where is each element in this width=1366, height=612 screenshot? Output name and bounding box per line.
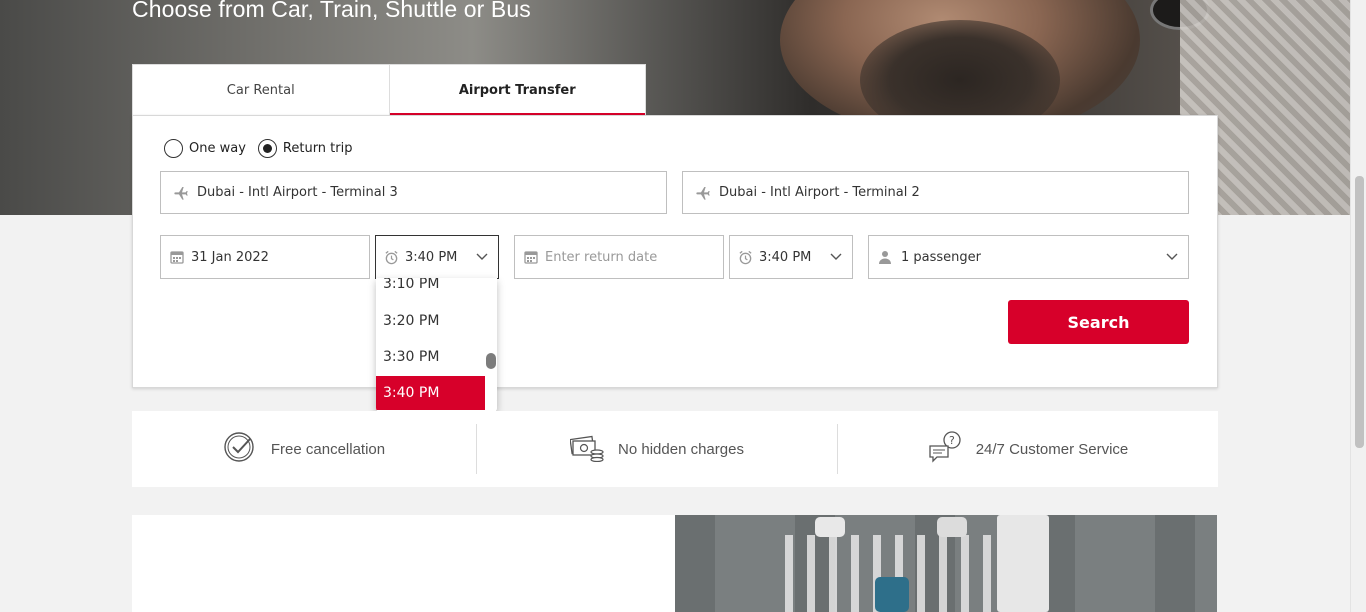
return-date-placeholder: Enter return date	[545, 249, 658, 265]
return-time-select[interactable]: 3:40 PM	[729, 235, 853, 279]
return-time-value: 3:40 PM	[759, 249, 812, 265]
chevron-down-icon	[476, 250, 488, 265]
hero-title: Choose from Car, Train, Shuttle or Bus	[132, 0, 531, 22]
calendar-icon	[169, 249, 185, 265]
page-scrollbar[interactable]	[1350, 0, 1366, 612]
return-trip-label[interactable]: Return trip	[283, 141, 353, 156]
feature-no-hidden-charges: No hidden charges	[477, 424, 838, 474]
features-strip: Free cancellation No hidden charges ? 24…	[132, 411, 1218, 487]
feature-label: Free cancellation	[270, 440, 386, 458]
dropoff-location-field[interactable]: Dubai - Intl Airport - Terminal 2	[682, 171, 1189, 214]
time-option-3-10[interactable]: 3:10 PM	[376, 278, 485, 301]
return-date-field[interactable]: Enter return date	[514, 235, 724, 279]
chevron-down-icon	[830, 250, 842, 265]
pickup-time-value: 3:40 PM	[405, 249, 458, 265]
plane-icon	[695, 185, 711, 201]
one-way-radio[interactable]	[164, 139, 183, 158]
feature-free-cancellation: Free cancellation	[132, 424, 477, 474]
car-shape	[937, 517, 967, 537]
time-option-3-40-selected[interactable]: 3:40 PM	[376, 376, 485, 410]
one-way-label[interactable]: One way	[189, 141, 246, 156]
promo-text-block	[132, 515, 675, 612]
tab-airport-transfer[interactable]: Airport Transfer	[389, 65, 645, 116]
feature-label: No hidden charges	[618, 440, 744, 458]
dropdown-scrollbar[interactable]	[485, 278, 497, 412]
car-shape	[875, 577, 909, 612]
bus-roof	[997, 515, 1049, 612]
search-button[interactable]: Search	[1008, 300, 1189, 344]
plane-icon	[173, 185, 189, 201]
return-trip-radio[interactable]	[257, 139, 277, 158]
passengers-value: 1 passenger	[901, 249, 981, 265]
check-circle-icon	[223, 430, 257, 468]
pickup-date-field[interactable]: 31 Jan 2022	[160, 235, 370, 279]
chevron-down-icon	[1166, 250, 1178, 265]
street-crossing-photo	[675, 515, 1217, 612]
money-icon	[569, 432, 604, 466]
tab-car-rental[interactable]: Car Rental	[133, 65, 390, 116]
car-shape	[815, 517, 845, 537]
pickup-location-value: Dubai - Intl Airport - Terminal 3	[197, 185, 398, 200]
support-chat-icon: ?	[928, 430, 962, 468]
pickup-location-field[interactable]: Dubai - Intl Airport - Terminal 3	[160, 171, 667, 214]
time-option-3-20[interactable]: 3:20 PM	[376, 304, 485, 338]
calendar-icon	[523, 249, 539, 265]
dropdown-scrollbar-thumb[interactable]	[486, 353, 496, 369]
trip-type-group: One way Return trip	[164, 139, 358, 158]
time-option-3-30[interactable]: 3:30 PM	[376, 340, 485, 374]
pickup-date-value: 31 Jan 2022	[191, 249, 269, 265]
alarm-clock-icon	[737, 249, 753, 265]
page-scrollbar-thumb[interactable]	[1355, 176, 1364, 448]
dropoff-location-value: Dubai - Intl Airport - Terminal 2	[719, 185, 920, 200]
pickup-time-select[interactable]: 3:40 PM	[375, 235, 499, 279]
alarm-clock-icon	[383, 249, 399, 265]
feature-label: 24/7 Customer Service	[975, 440, 1129, 458]
passengers-select[interactable]: 1 passenger	[868, 235, 1189, 279]
feature-customer-service: ? 24/7 Customer Service	[838, 424, 1218, 474]
svg-text:?: ?	[949, 434, 955, 447]
person-icon	[877, 249, 893, 265]
pickup-time-dropdown[interactable]: 3:10 PM 3:20 PM 3:30 PM 3:40 PM	[376, 278, 497, 412]
booking-tabs: Car Rental Airport Transfer	[132, 64, 646, 116]
